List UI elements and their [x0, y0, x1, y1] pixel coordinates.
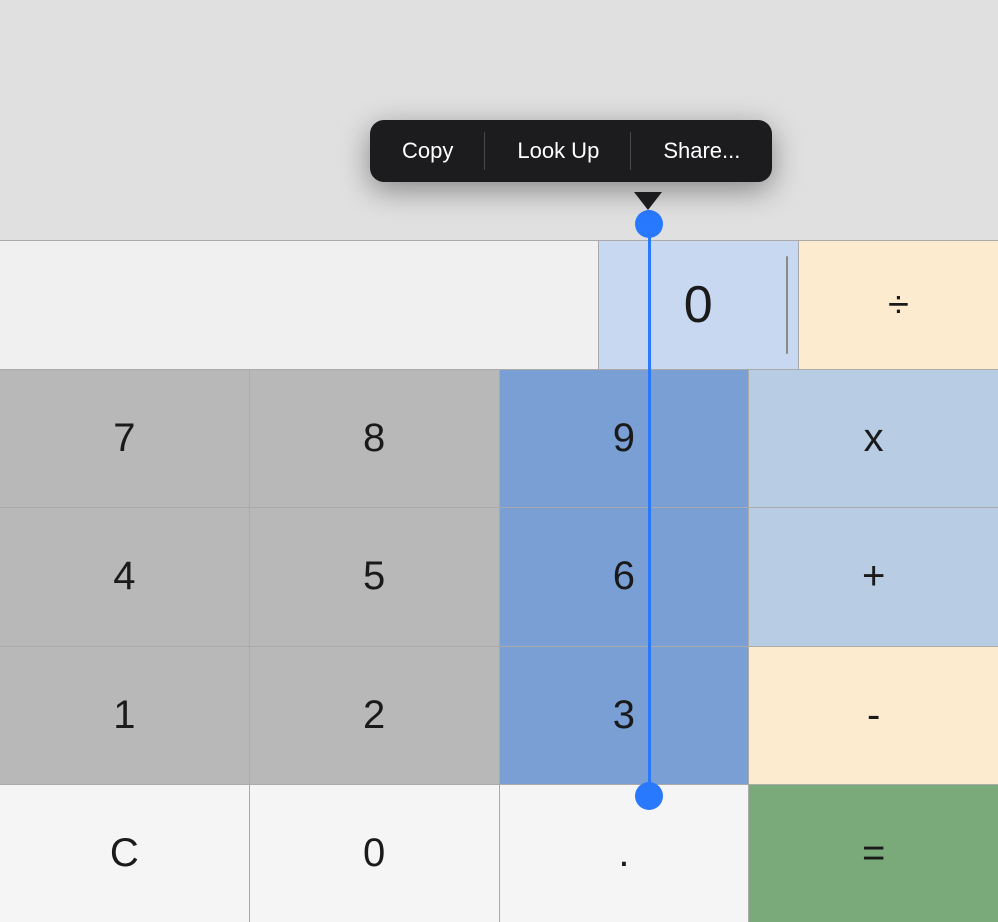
- context-menu-arrow: [634, 192, 662, 210]
- button-5[interactable]: 5: [250, 508, 500, 645]
- button-0[interactable]: 0: [250, 785, 500, 922]
- button-add[interactable]: +: [749, 508, 998, 645]
- button-subtract[interactable]: -: [749, 647, 998, 784]
- button-2[interactable]: 2: [250, 647, 500, 784]
- display-spacer: [0, 241, 598, 369]
- button-6[interactable]: 6: [500, 508, 750, 645]
- button-3[interactable]: 3: [500, 647, 750, 784]
- button-1[interactable]: 1: [0, 647, 250, 784]
- button-multiply[interactable]: x: [749, 370, 998, 507]
- selection-handle-bottom[interactable]: [635, 782, 663, 810]
- display-value: 0: [598, 241, 799, 369]
- context-menu: Copy Look Up Share...: [370, 120, 772, 182]
- button-row-3: 1 2 3 -: [0, 647, 998, 785]
- context-menu-share[interactable]: Share...: [631, 120, 772, 182]
- display-row: 0 ÷: [0, 240, 998, 370]
- context-menu-copy[interactable]: Copy: [370, 120, 485, 182]
- calculator: 0 ÷ 7 8 9 x 4 5 6 +: [0, 240, 998, 922]
- selection-handle-top[interactable]: [635, 210, 663, 238]
- context-menu-lookup[interactable]: Look Up: [485, 120, 631, 182]
- selection-line: [648, 215, 651, 795]
- button-decimal[interactable]: .: [500, 785, 750, 922]
- button-row-2: 4 5 6 +: [0, 508, 998, 646]
- button-7[interactable]: 7: [0, 370, 250, 507]
- button-4[interactable]: 4: [0, 508, 250, 645]
- button-row-1: 7 8 9 x: [0, 370, 998, 508]
- button-equals[interactable]: =: [749, 785, 998, 922]
- display-operator: ÷: [799, 241, 998, 369]
- button-clear[interactable]: C: [0, 785, 250, 922]
- button-9[interactable]: 9: [500, 370, 750, 507]
- button-row-4: C 0 . =: [0, 785, 998, 922]
- button-8[interactable]: 8: [250, 370, 500, 507]
